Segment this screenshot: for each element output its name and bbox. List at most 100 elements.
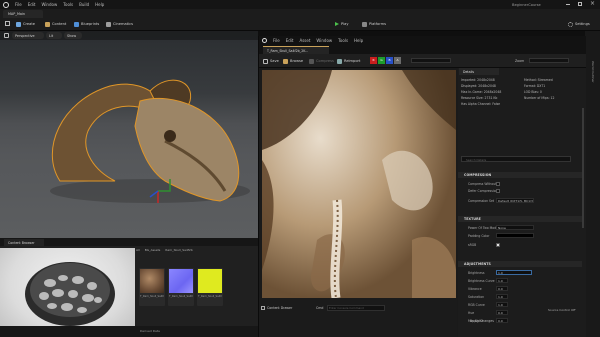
asset-tile-orm[interactable]: T_Ram_Skull_Sa4f2b_2K_ORM [197, 268, 223, 306]
settings-button[interactable]: Settings [568, 20, 590, 28]
play-icon [335, 22, 339, 26]
reimport-label: Reimport [344, 59, 361, 63]
platforms-label: Platforms [369, 22, 387, 26]
cinematics-label: Cinematics [113, 22, 133, 26]
details-tab-label: Details [463, 69, 475, 74]
content-button[interactable]: Content [45, 20, 66, 28]
texture-preview-canvas[interactable] [262, 70, 456, 298]
derived-data-label[interactable]: Derived Data [140, 329, 160, 333]
source-control-label[interactable]: Source Control Off [548, 308, 575, 312]
saturation-field[interactable]: 1.0 [496, 294, 508, 299]
min-alpha-field[interactable]: 0.0 [496, 318, 508, 323]
content-browser-tab[interactable]: Content Browser [4, 239, 44, 246]
info-max-ingame: Max In-Game: 2048x2048 [461, 90, 502, 94]
tex-menu-file[interactable]: File [273, 38, 280, 43]
create-label: Create [23, 22, 35, 26]
maximize-icon[interactable] [578, 2, 582, 6]
breadcrumb-item[interactable]: Ram_Skull_Sa4f2b [165, 248, 192, 252]
platforms-button[interactable]: Platforms [362, 20, 386, 28]
menu-edit[interactable]: Edit [28, 2, 36, 7]
zoom-dropdown[interactable] [529, 58, 569, 63]
unreal-logo-icon[interactable] [262, 38, 267, 43]
console-placeholder: Enter Console Command [329, 306, 364, 310]
blueprint-icon [74, 21, 79, 27]
blueprints-button[interactable]: Blueprints [74, 20, 99, 28]
info-format: Format: DXT1 [524, 84, 546, 88]
content-drawer-button[interactable]: Content Drawer [261, 306, 292, 310]
play-label: Play [341, 22, 349, 26]
normal-thumbnail [169, 269, 193, 293]
channel-r-toggle[interactable]: R [370, 57, 377, 64]
minimize-icon[interactable] [566, 4, 570, 5]
srgb-checkbox[interactable] [496, 243, 500, 247]
settings-label: Settings [575, 22, 590, 26]
breadcrumb-item[interactable]: BG_Assets [145, 248, 161, 252]
main-toolbar: MAP_Main Create Content Blueprints Cinem… [0, 9, 600, 31]
project-tab[interactable]: MAP_Main [3, 10, 43, 18]
breadcrumb: All BG_Assets Ram_Skull_Sa4f2b [136, 248, 193, 252]
rgb-curve-field[interactable]: 1.0 [496, 302, 508, 307]
content-browser-tabbar: Content Browser [0, 238, 258, 246]
compress-button[interactable]: Compress [309, 57, 334, 65]
details-search[interactable]: Search Details [461, 156, 571, 162]
menu-window[interactable]: Window [41, 2, 57, 7]
asset-label: T_Ram_Skull_Sa4f2b_2K_ORM [198, 295, 222, 298]
texture-asset-tab[interactable]: T_Ram_Skull_Sa4f2b_2K... [263, 46, 329, 54]
channel-b-toggle[interactable]: B [386, 57, 393, 64]
create-icon [16, 21, 21, 27]
brightness-curve-field[interactable]: 1.0 [496, 278, 508, 283]
menu-tools[interactable]: Tools [63, 2, 73, 7]
create-button[interactable]: Create [16, 20, 35, 28]
unreal-logo-icon[interactable] [3, 1, 9, 8]
compression-section-header[interactable]: COMPRESSION [458, 172, 582, 178]
details-tab[interactable]: Details [459, 68, 499, 75]
save-icon[interactable] [5, 21, 10, 26]
power-of-two-label: Power Of Two Mode [468, 226, 499, 230]
tex-menu-help[interactable]: Help [354, 38, 363, 43]
texture-section-header[interactable]: TEXTURE [458, 216, 582, 222]
details-scrollbar[interactable] [582, 108, 584, 228]
tex-menu-asset[interactable]: Asset [299, 38, 310, 43]
tex-menu-window[interactable]: Window [316, 38, 332, 43]
asset-tile-normal[interactable]: T_Ram_Skull_Sa4f2b_2K_N [168, 268, 194, 306]
apply-changes-button[interactable]: Apply Changes [470, 319, 494, 323]
tex-menu-edit[interactable]: Edit [286, 38, 294, 43]
hue-field[interactable]: 0.0 [496, 310, 508, 315]
info-method: Method: Streamed [524, 78, 553, 82]
info-displayed: Displayed: 2048x2048 [461, 84, 496, 88]
zoom-label: Zoom [515, 59, 525, 63]
play-button[interactable]: Play [335, 20, 349, 28]
texture-menu-bar: File Edit Asset Window Tools Help [259, 36, 586, 45]
brightness-field[interactable]: 1.0 [496, 270, 532, 275]
close-icon[interactable]: × [590, 0, 595, 7]
reimport-button[interactable]: Reimport [337, 57, 360, 65]
padding-color-swatch[interactable] [496, 233, 534, 238]
ram-skull-model[interactable] [0, 31, 258, 238]
content-drawer-label: Content Drawer [267, 306, 293, 310]
mip-dropdown[interactable] [411, 58, 451, 63]
adjustments-title: ADJUSTMENTS [464, 262, 491, 266]
menu-file[interactable]: File [15, 2, 22, 7]
menu-build[interactable]: Build [79, 2, 89, 7]
defer-compression-checkbox[interactable] [496, 189, 500, 193]
cinematics-button[interactable]: Cinematics [106, 20, 133, 28]
save-button[interactable]: Save [263, 57, 279, 65]
power-of-two-dropdown[interactable]: None [496, 225, 534, 230]
vibrance-field[interactable]: 0.0 [496, 286, 508, 291]
tex-menu-tools[interactable]: Tools [338, 38, 348, 43]
compression-settings-dropdown[interactable]: Default (DXT1/5, BC1/3 on DX11) [496, 198, 534, 203]
browse-button[interactable]: Browse [283, 57, 303, 65]
details-panel: Details Imported: 2048x2048 Displayed: 2… [458, 68, 586, 337]
srgb-label: sRGB [468, 243, 477, 247]
menu-help[interactable]: Help [95, 2, 104, 7]
world-outliner-label[interactable]: World Outliner [591, 61, 595, 83]
adjustments-section-header[interactable]: ADJUSTMENTS [458, 261, 582, 267]
compress-without-checkbox[interactable] [496, 182, 500, 186]
compression-settings-label: Compression Set [468, 199, 495, 203]
level-viewport[interactable]: Perspective Lit Show [0, 31, 258, 238]
asset-tile-diffuse[interactable]: T_Ram_Skull_Sa4f2b_2K_D [139, 268, 165, 306]
channel-a-toggle[interactable]: A [394, 57, 401, 64]
sponge-render-overlay [0, 248, 135, 337]
channel-g-toggle[interactable]: G [378, 57, 385, 64]
breadcrumb-item[interactable]: All [136, 248, 140, 252]
